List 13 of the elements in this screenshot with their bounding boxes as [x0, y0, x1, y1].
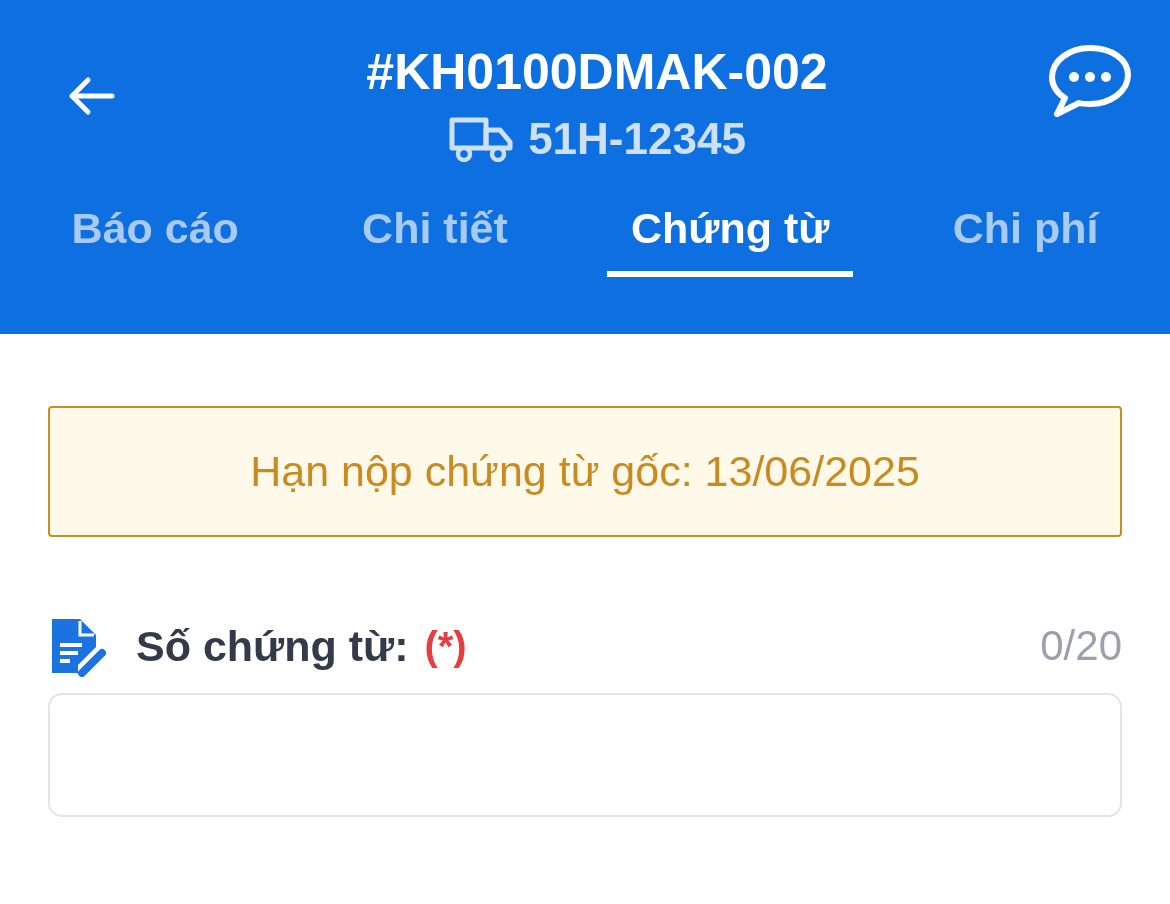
tab[interactable]: Báo cáo — [47, 198, 263, 277]
deadline-notice: Hạn nộp chứng từ gốc: 13/06/2025 — [48, 406, 1122, 537]
character-counter: 0/20 — [1040, 622, 1122, 670]
truck-icon — [448, 116, 515, 162]
tab[interactable]: Chi phí — [928, 198, 1123, 277]
tab[interactable]: Chi tiết — [338, 198, 532, 277]
chat-bubble-icon[interactable] — [1048, 44, 1132, 118]
vehicle-plate: 51H-12345 — [528, 114, 746, 164]
tab[interactable]: Chứng từ — [607, 198, 854, 277]
order-title: #KH0100DMAK-002 — [366, 43, 828, 102]
required-mark: (*) — [424, 623, 467, 669]
field-label: Số chứng từ: — [136, 621, 409, 671]
input-field[interactable] — [48, 693, 1122, 817]
